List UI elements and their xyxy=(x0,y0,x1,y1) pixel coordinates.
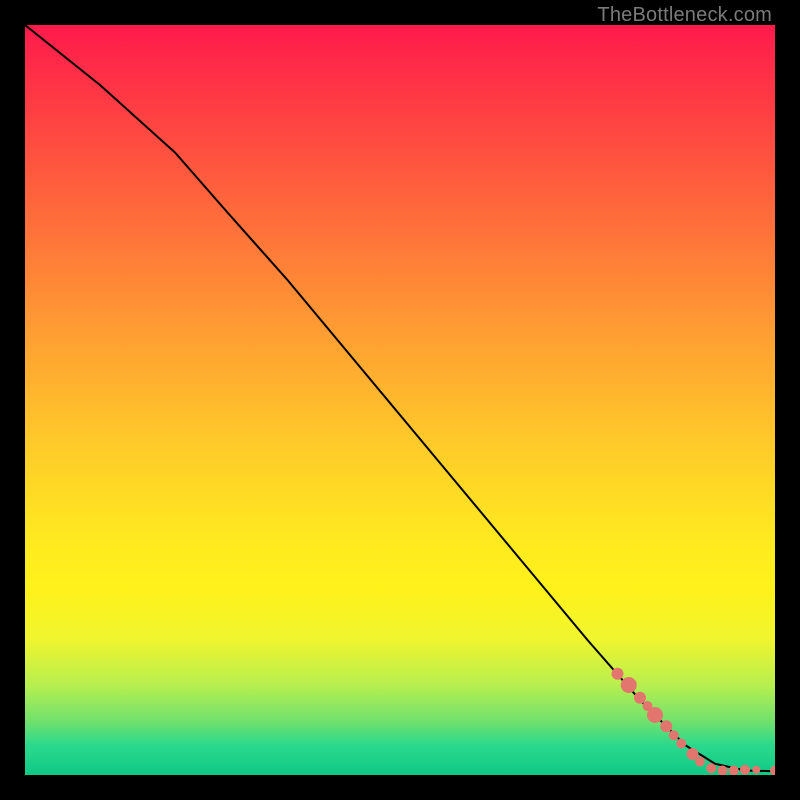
scatter-point xyxy=(752,766,760,774)
scatter-group xyxy=(612,668,776,775)
scatter-point xyxy=(676,739,686,749)
scatter-point xyxy=(612,668,624,680)
scatter-point xyxy=(706,763,716,773)
data-curve xyxy=(25,25,775,771)
scatter-point xyxy=(770,766,775,776)
scatter-point xyxy=(647,707,663,723)
scatter-point xyxy=(669,730,679,740)
watermark-text: TheBottleneck.com xyxy=(597,4,772,27)
scatter-point xyxy=(634,692,646,704)
scatter-point xyxy=(740,765,750,775)
chart-overlay xyxy=(25,25,775,775)
plot-area xyxy=(25,25,775,775)
chart-stage: TheBottleneck.com xyxy=(0,0,800,800)
scatter-point xyxy=(660,720,672,732)
scatter-point xyxy=(695,757,705,767)
scatter-point xyxy=(621,677,637,693)
